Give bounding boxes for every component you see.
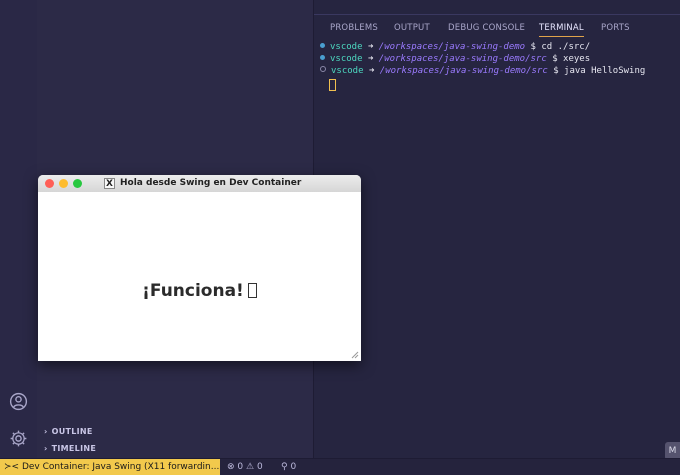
- warning-icon: ⚠: [246, 462, 255, 472]
- resize-grip-icon[interactable]: [349, 349, 359, 359]
- sidebar-section-label: OUTLINE: [51, 427, 93, 436]
- error-icon: ⊗: [227, 462, 235, 472]
- terminal-line: vscode ➜ /workspaces/java-swing-demo/src…: [320, 65, 645, 77]
- activity-bar: [0, 0, 37, 458]
- sidebar-section-label: TIMELINE: [51, 444, 97, 453]
- sidebar-section-timeline[interactable]: › TIMELINE: [44, 444, 96, 453]
- x11-icon: X: [104, 178, 115, 189]
- missing-glyph-icon: [247, 283, 257, 298]
- window-content: ¡Funciona!: [38, 192, 361, 361]
- terminal-line: vscode ➜ /workspaces/java-swing-demo/src…: [320, 53, 645, 65]
- settings-gear-icon[interactable]: [8, 428, 29, 449]
- window-title: Hola desde Swing en Dev Container: [120, 178, 302, 188]
- tab-terminal[interactable]: TERMINAL: [539, 23, 584, 37]
- remote-icon: ≻<: [4, 462, 20, 472]
- bottom-panel: PROBLEMS OUTPUT DEBUG CONSOLE TERMINAL P…: [314, 0, 680, 458]
- command-success-icon: [320, 43, 325, 48]
- panel-tabs: PROBLEMS OUTPUT DEBUG CONSOLE TERMINAL P…: [314, 14, 680, 43]
- zoom-window-button[interactable]: [73, 179, 82, 188]
- account-icon[interactable]: [8, 391, 29, 412]
- remote-indicator[interactable]: ≻< Dev Container: Java Swing (X11 forwar…: [0, 459, 220, 475]
- ports-icon: ⚲: [281, 462, 288, 472]
- terminal-cursor-line: [320, 77, 645, 91]
- problems-indicator[interactable]: ⊗ 0 ⚠ 0: [227, 459, 263, 475]
- close-window-button[interactable]: [45, 179, 54, 188]
- swing-window[interactable]: X Hola desde Swing en Dev Container ¡Fun…: [38, 175, 361, 361]
- minimize-window-button[interactable]: [59, 179, 68, 188]
- tab-output[interactable]: OUTPUT: [394, 23, 430, 33]
- command-success-icon: [320, 55, 325, 60]
- terminal[interactable]: vscode ➜ /workspaces/java-swing-demo $ c…: [320, 41, 645, 91]
- window-titlebar[interactable]: X Hola desde Swing en Dev Container: [38, 175, 361, 193]
- sidebar-section-outline[interactable]: › OUTLINE: [44, 427, 93, 436]
- ports-indicator[interactable]: ⚲ 0: [281, 459, 296, 475]
- remote-label: Dev Container: Java Swing (X11 forwardin…: [21, 462, 220, 472]
- tab-debug-console[interactable]: DEBUG CONSOLE: [448, 23, 525, 33]
- chevron-right-icon: ›: [44, 427, 48, 436]
- tab-problems[interactable]: PROBLEMS: [330, 23, 378, 33]
- terminal-line: vscode ➜ /workspaces/java-swing-demo $ c…: [320, 41, 645, 53]
- tab-ports[interactable]: PORTS: [601, 23, 630, 33]
- terminal-cursor: [329, 79, 336, 91]
- chevron-right-icon: ›: [44, 444, 48, 453]
- funciona-label: ¡Funciona!: [38, 281, 361, 301]
- command-running-icon: [320, 66, 326, 72]
- status-bar: ≻< Dev Container: Java Swing (X11 forwar…: [0, 458, 680, 475]
